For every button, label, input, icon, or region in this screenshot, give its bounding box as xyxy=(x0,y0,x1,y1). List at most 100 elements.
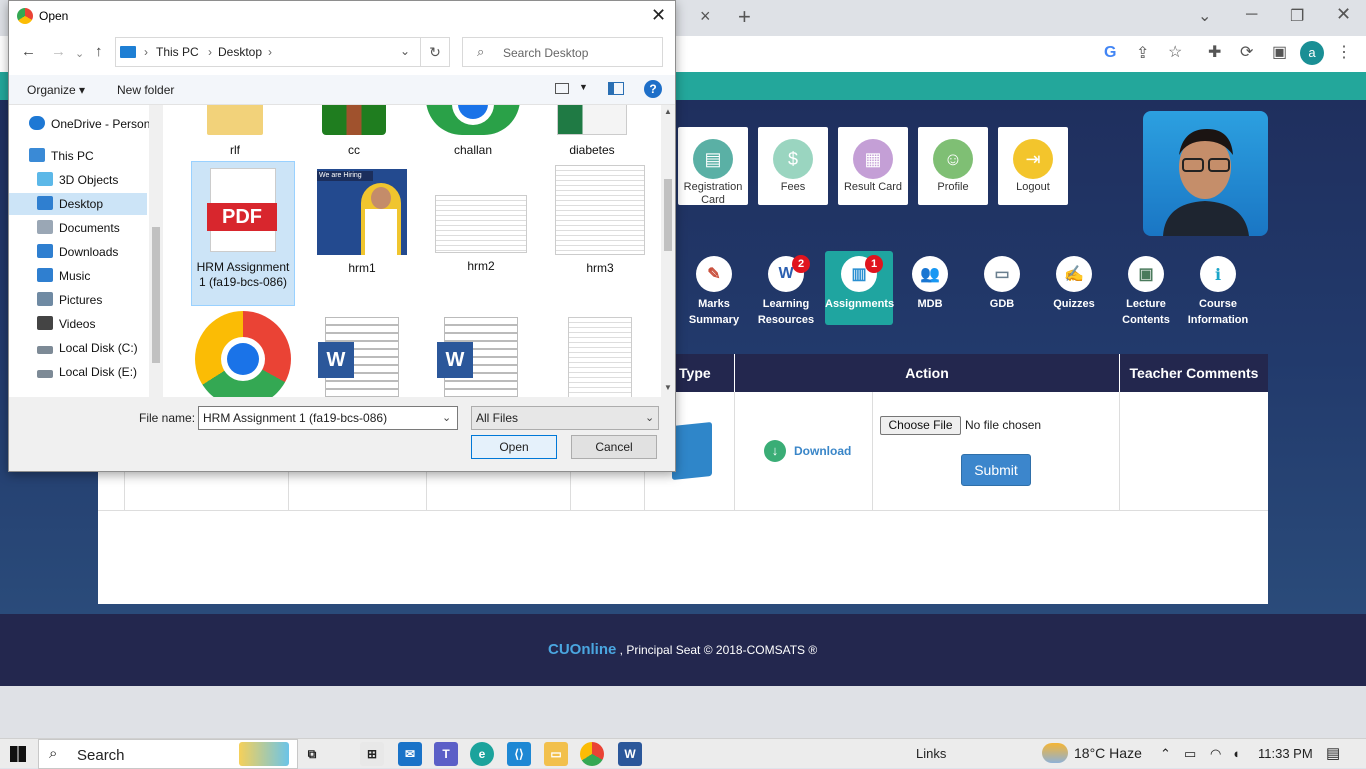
choose-file-button[interactable]: Choose File xyxy=(880,416,961,435)
file-name-input[interactable]: HRM Assignment 1 (fa19-bcs-086) xyxy=(198,406,458,430)
file-item[interactable]: cc xyxy=(302,105,406,157)
menu-icon[interactable]: ⋮ xyxy=(1336,42,1352,62)
file-item[interactable]: W xyxy=(429,317,533,397)
google-icon[interactable]: G xyxy=(1104,44,1116,62)
sidebar-item-desktop[interactable]: Desktop xyxy=(9,193,147,215)
nav-course-information[interactable]: i Course Information xyxy=(1184,251,1252,326)
notifications-icon[interactable]: ▤ xyxy=(1326,744,1340,762)
chevron-down-icon[interactable]: ⌄ xyxy=(442,411,451,424)
vscode-icon[interactable]: ⟨⟩ xyxy=(507,742,531,766)
new-tab-button[interactable]: + xyxy=(738,4,751,30)
scroll-up-icon[interactable]: ▲ xyxy=(664,107,672,116)
file-type-select[interactable]: All Files xyxy=(471,406,659,430)
fees-button[interactable]: $ Fees xyxy=(758,127,828,205)
profile-avatar[interactable]: a xyxy=(1300,41,1324,65)
word-taskbar-icon[interactable]: W xyxy=(618,742,642,766)
scroll-down-icon[interactable]: ▼ xyxy=(664,383,672,392)
sidebar-scrollbar[interactable] xyxy=(149,105,163,397)
search-input[interactable]: ⌕ Search Desktop xyxy=(462,37,663,67)
scrollbar-thumb[interactable] xyxy=(152,227,160,363)
close-icon[interactable]: ✕ xyxy=(651,5,666,26)
wifi-icon[interactable]: ◠ xyxy=(1210,746,1221,762)
battery-icon[interactable]: ▭ xyxy=(1184,746,1196,762)
tab-close-icon[interactable]: × xyxy=(700,6,711,27)
cancel-button[interactable]: Cancel xyxy=(571,435,657,459)
nav-assignments[interactable]: ▥ 1 Assignments xyxy=(825,251,894,325)
chevron-down-icon[interactable]: ⌄ xyxy=(645,411,654,424)
scrollbar-thumb[interactable] xyxy=(664,179,672,251)
extensions-icon[interactable]: ✚ xyxy=(1208,42,1221,62)
nav-quizzes[interactable]: ✍ Quizzes xyxy=(1040,251,1108,325)
help-icon[interactable]: ? xyxy=(644,80,662,98)
sidebar-item-onedrive[interactable]: OneDrive - Person xyxy=(29,113,169,135)
taskbar: ⌕ Search ⧉ ⊞ ✉ T e ⟨⟩ ▭ W Links 18°C Haz… xyxy=(0,738,1366,769)
teams-icon[interactable]: T xyxy=(434,742,458,766)
chevron-down-icon[interactable]: ⌄ xyxy=(400,44,410,58)
show-hidden-icons[interactable]: ⌃ xyxy=(1160,746,1171,762)
taskbar-search-input[interactable]: ⌕ Search xyxy=(38,739,298,769)
file-explorer-icon[interactable]: ▭ xyxy=(544,742,568,766)
window-close-icon[interactable]: ✕ xyxy=(1336,4,1351,25)
edge-icon[interactable]: e xyxy=(470,742,494,766)
footer-brand[interactable]: CUOnline xyxy=(548,641,616,658)
organize-button[interactable]: Organize ▾ xyxy=(27,83,85,97)
result-card-icon: ▦ xyxy=(853,139,893,179)
sidebar-item-this-pc[interactable]: This PC xyxy=(29,145,169,167)
nav-gdb[interactable]: ▭ GDB xyxy=(968,251,1036,325)
file-item[interactable] xyxy=(191,311,295,397)
task-view-icon[interactable]: ⧉ xyxy=(300,742,324,766)
links-toolbar[interactable]: Links xyxy=(916,746,946,761)
weather-icon[interactable] xyxy=(1042,743,1068,763)
chrome-taskbar-icon[interactable] xyxy=(580,742,604,766)
view-dropdown-icon[interactable]: ▼ xyxy=(579,82,588,92)
nav-learning-resources[interactable]: W 2 Learning Resources xyxy=(752,251,820,326)
download-link[interactable]: ↓ Download xyxy=(764,440,851,462)
mail-icon[interactable]: ✉ xyxy=(398,742,422,766)
preview-pane-icon[interactable] xyxy=(608,82,624,95)
tab-search-icon[interactable]: ⌄ xyxy=(1198,6,1211,26)
submit-button[interactable]: Submit xyxy=(961,454,1031,486)
star-icon[interactable]: ☆ xyxy=(1168,42,1182,62)
file-item[interactable]: challan xyxy=(421,105,525,157)
volume-icon[interactable]: ◖ xyxy=(1232,746,1240,761)
clock-time[interactable]: 11:33 PM xyxy=(1258,746,1313,761)
view-icon[interactable] xyxy=(555,83,569,94)
profile-button[interactable]: ☺ Profile xyxy=(918,127,988,205)
file-item[interactable]: diabetes xyxy=(540,105,644,157)
file-item[interactable]: hrm2 xyxy=(429,195,533,275)
registration-card-button[interactable]: ▤ Registration Card xyxy=(678,127,748,206)
column-header: Teacher Comments xyxy=(1119,354,1268,392)
forward-icon[interactable]: → xyxy=(51,43,66,60)
recent-dropdown-icon[interactable]: ⌄ xyxy=(75,47,84,60)
file-item[interactable]: We are Hiring hrm1 xyxy=(310,169,414,279)
back-icon[interactable]: ← xyxy=(21,43,36,60)
file-item-selected[interactable]: PDF HRM Assignment 1 (fa19-bcs-086) xyxy=(191,161,295,306)
sidepanel-icon[interactable]: ▣ xyxy=(1272,42,1287,62)
ms-store-icon[interactable]: ⊞ xyxy=(360,742,384,766)
result-card-button[interactable]: ▦ Result Card xyxy=(838,127,908,205)
logout-button[interactable]: ⇥ Logout xyxy=(998,127,1068,205)
file-item[interactable]: hrm3 xyxy=(548,165,652,275)
restore-icon[interactable]: ❐ xyxy=(1290,6,1304,26)
new-folder-button[interactable]: New folder xyxy=(117,83,174,97)
performance-icon[interactable]: ⟳ xyxy=(1240,42,1253,62)
breadcrumb-item[interactable]: Desktop xyxy=(218,45,262,59)
refresh-icon[interactable]: ↻ xyxy=(420,37,450,67)
breadcrumb-item[interactable]: This PC xyxy=(156,45,199,59)
nav-lecture-contents[interactable]: ▣ Lecture Contents xyxy=(1112,251,1180,326)
address-bar[interactable]: › This PC › Desktop › ⌄ xyxy=(115,37,421,67)
file-item[interactable]: W xyxy=(310,317,414,397)
share-icon[interactable]: ⇪ xyxy=(1136,43,1149,63)
nav-marks-summary[interactable]: ✎ Marks Summary xyxy=(680,251,748,326)
file-item[interactable] xyxy=(548,317,652,397)
open-button[interactable]: Open xyxy=(471,435,557,459)
minimize-icon[interactable]: ─ xyxy=(1246,6,1257,24)
windows-start-icon[interactable] xyxy=(10,746,26,762)
weather-text[interactable]: 18°C Haze xyxy=(1074,745,1142,761)
file-item[interactable]: rlf xyxy=(183,105,287,157)
file-list-scrollbar[interactable]: ▲ ▼ xyxy=(661,105,675,397)
up-icon[interactable]: ↑ xyxy=(95,43,103,60)
lecture-icon: ▣ xyxy=(1128,256,1164,292)
nav-mdb[interactable]: 👥 MDB xyxy=(896,251,964,325)
card-label: Result Card xyxy=(843,181,903,193)
